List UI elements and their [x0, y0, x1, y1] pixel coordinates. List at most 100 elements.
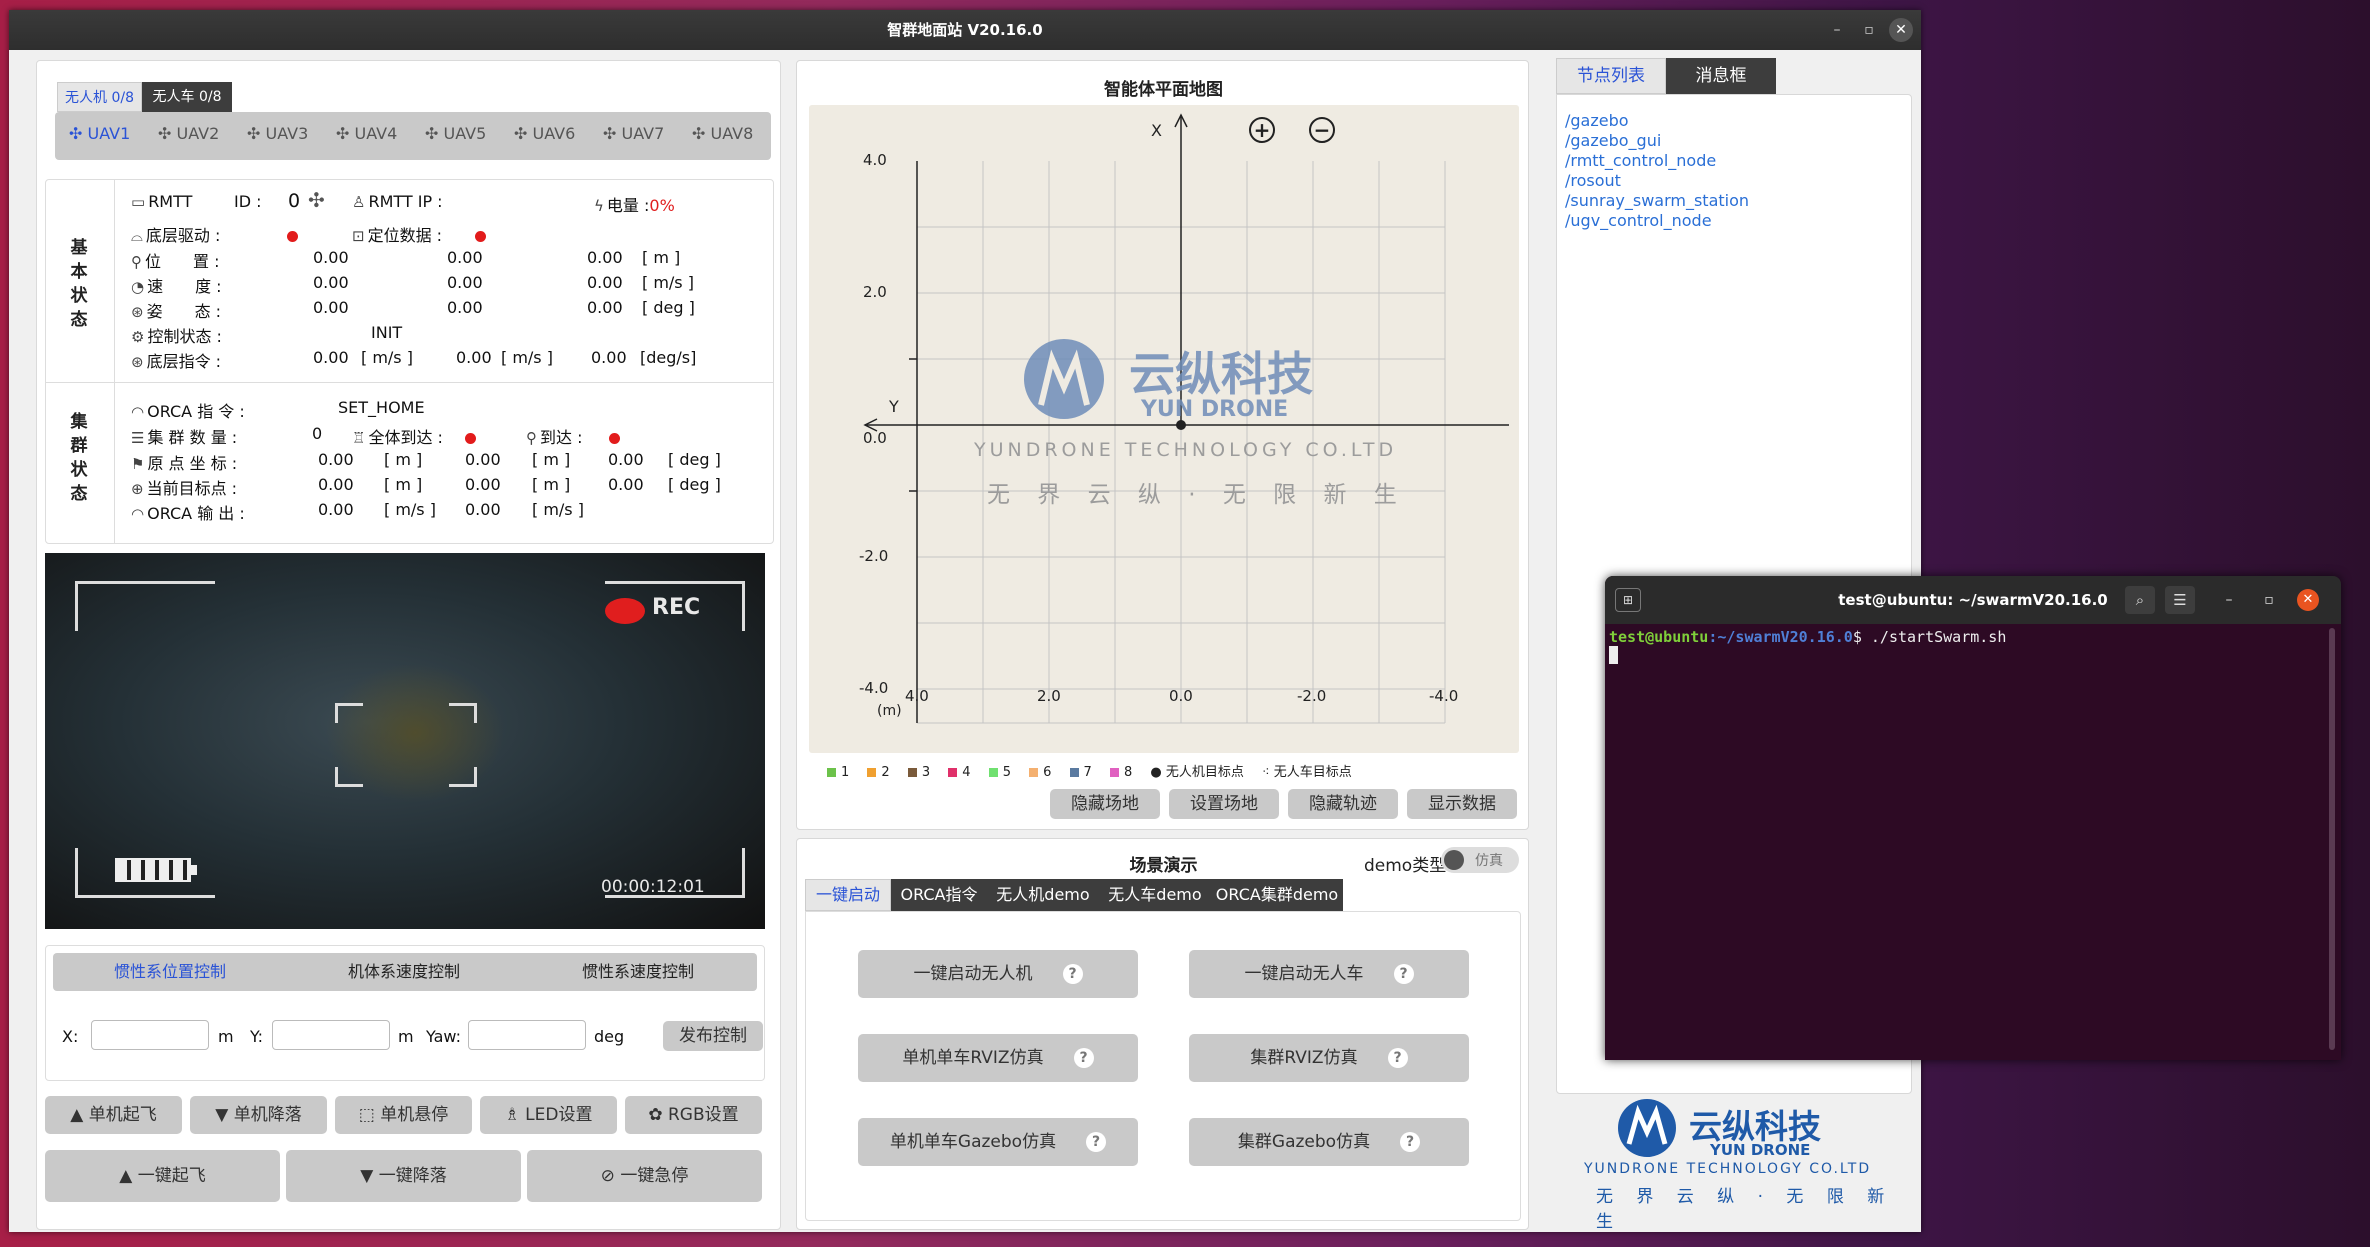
- target-x-unit: [ m ]: [384, 475, 423, 494]
- driver-label: ⌓ 底层驱动 :: [131, 226, 221, 245]
- map-canvas[interactable]: 云纵科技 YUN DRONE YUNDRONE TECHNOLOGY CO.LT…: [809, 105, 1519, 753]
- set-field-button[interactable]: 设置场地: [1169, 789, 1279, 819]
- window-title: 智群地面站 V20.16.0: [887, 21, 1043, 39]
- uav-item-2[interactable]: ✣ UAV2: [158, 124, 219, 143]
- tab-uav[interactable]: 无人机 0/8: [57, 82, 142, 112]
- att-label: ⊛ 姿 态 :: [131, 302, 222, 321]
- rgb-button[interactable]: ✿ RGB设置: [625, 1096, 762, 1134]
- terminal-maximize-button[interactable]: ▫: [2257, 588, 2281, 612]
- help-icon: ?: [1400, 1132, 1421, 1152]
- tab-one-key[interactable]: 一键启动: [805, 879, 891, 911]
- publish-button[interactable]: 发布控制: [663, 1021, 763, 1051]
- vel-label: ◔ 速 度 :: [131, 277, 222, 296]
- origin-y: 0.00: [465, 450, 501, 469]
- single-gazebo-button[interactable]: 单机单车Gazebo仿真?: [858, 1118, 1138, 1166]
- terminal-cursor: [1609, 646, 1618, 664]
- x-tick-neg4: -4.0: [1429, 687, 1459, 705]
- driver-status-dot: [287, 226, 298, 245]
- y-label: Y:: [250, 1027, 264, 1046]
- tab-ugv-demo[interactable]: 无人车demo: [1099, 879, 1211, 911]
- help-icon: ?: [1393, 964, 1414, 984]
- drone-icon: ✣: [308, 188, 325, 212]
- orca-out-vx: 0.00: [318, 500, 354, 519]
- yaw-input[interactable]: [468, 1020, 586, 1050]
- origin-yaw: 0.00: [608, 450, 644, 469]
- scene-panel: 场景演示 demo类型: 仿真 一键启动 ORCA指令 无人机demo 无人车d…: [796, 838, 1529, 1230]
- target-y: 0.00: [465, 475, 501, 494]
- uav-selector: ✣ UAV1 ✣ UAV2 ✣ UAV3 ✣ UAV4 ✣ UAV5 ✣ UAV…: [55, 112, 771, 160]
- rmtt-ip-label: ♙ RMTT IP :: [352, 192, 443, 211]
- y-input[interactable]: [272, 1020, 390, 1050]
- arrive-label: ⚲ 到达 :: [526, 428, 583, 447]
- uav-item-8[interactable]: ✣ UAV8: [692, 124, 753, 143]
- video-feed: REC 00:00:12:01: [45, 553, 765, 929]
- uav-item-6[interactable]: ✣ UAV6: [514, 124, 575, 143]
- legend-item-7: 7: [1069, 765, 1092, 780]
- hide-field-button[interactable]: 隐藏场地: [1050, 789, 1160, 819]
- start-ugv-button[interactable]: 一键启动无人车?: [1189, 950, 1469, 998]
- tab-node-list[interactable]: 节点列表: [1556, 58, 1666, 94]
- node-item[interactable]: /gazebo_gui: [1565, 131, 1749, 151]
- origin-x-unit: [ m ]: [384, 450, 423, 469]
- node-item[interactable]: /sunray_swarm_station: [1565, 191, 1749, 211]
- led-button[interactable]: ♗ LED设置: [480, 1096, 617, 1134]
- start-uav-button[interactable]: 一键启动无人机?: [858, 950, 1138, 998]
- terminal-scrollbar[interactable]: [2329, 628, 2335, 1050]
- zoom-out-button[interactable]: −: [1309, 117, 1335, 143]
- node-item[interactable]: /rosout: [1565, 171, 1749, 191]
- minimize-button[interactable]: –: [1825, 18, 1849, 42]
- swarm-gazebo-button[interactable]: 集群Gazebo仿真?: [1189, 1118, 1469, 1166]
- terminal-window[interactable]: ⊞ test@ubuntu: ~/swarmV20.16.0 ⌕ ☰ – ▫ ✕…: [1605, 576, 2341, 1060]
- uav-item-1[interactable]: ✣ UAV1: [69, 124, 130, 143]
- takeoff-all-button[interactable]: ▲ 一键起飞: [45, 1150, 280, 1202]
- tab-body-vel[interactable]: 机体系速度控制: [287, 953, 521, 991]
- estop-all-button[interactable]: ⊘ 一键急停: [527, 1150, 762, 1202]
- takeoff-button[interactable]: ▲ 单机起飞: [45, 1096, 182, 1134]
- map-grid: [863, 113, 1509, 724]
- tab-inertial-vel[interactable]: 惯性系速度控制: [521, 953, 755, 991]
- uav-item-3[interactable]: ✣ UAV3: [247, 124, 308, 143]
- swarm-num: 0: [312, 424, 323, 443]
- orca-cmd: SET_HOME: [338, 398, 425, 417]
- swarm-rviz-button[interactable]: 集群RVIZ仿真?: [1189, 1034, 1469, 1082]
- node-item[interactable]: /gazebo: [1565, 111, 1749, 131]
- uav-item-7[interactable]: ✣ UAV7: [603, 124, 664, 143]
- uav-item-4[interactable]: ✣ UAV4: [336, 124, 397, 143]
- ctrl-label: ⚙ 控制状态 :: [131, 327, 222, 346]
- hide-trail-button[interactable]: 隐藏轨迹: [1288, 789, 1398, 819]
- battery-label: ϟ 电量 :0%: [594, 196, 675, 215]
- help-icon: ?: [1073, 1048, 1094, 1068]
- demo-type-label: demo类型:: [1364, 856, 1452, 876]
- tab-message-box[interactable]: 消息框: [1666, 58, 1776, 94]
- tab-orca-swarm-demo[interactable]: ORCA集群demo: [1211, 879, 1343, 911]
- search-icon[interactable]: ⌕: [2125, 586, 2155, 614]
- x-input[interactable]: [91, 1020, 209, 1050]
- zoom-in-button[interactable]: +: [1249, 117, 1275, 143]
- tab-uav-demo[interactable]: 无人机demo: [987, 879, 1099, 911]
- terminal-close-button[interactable]: ✕: [2297, 589, 2319, 611]
- land-all-button[interactable]: ▼ 一键降落: [286, 1150, 521, 1202]
- cmd-vy: 0.00: [456, 348, 492, 367]
- tab-orca-cmd[interactable]: ORCA指令: [891, 879, 987, 911]
- demo-type-toggle[interactable]: 仿真: [1441, 847, 1519, 873]
- node-item[interactable]: /ugv_control_node: [1565, 211, 1749, 231]
- node-item[interactable]: /rmtt_control_node: [1565, 151, 1749, 171]
- uav-item-5[interactable]: ✣ UAV5: [425, 124, 486, 143]
- orca-out-label: ◠ ORCA 输 出 :: [131, 504, 245, 523]
- all-arrive-dot: [465, 428, 476, 447]
- rec-indicator-icon: [605, 598, 645, 624]
- maximize-button[interactable]: ▫: [1857, 18, 1881, 42]
- hover-button[interactable]: ⬚ 单机悬停: [335, 1096, 472, 1134]
- close-button[interactable]: ✕: [1889, 18, 1913, 42]
- single-rviz-button[interactable]: 单机单车RVIZ仿真?: [858, 1034, 1138, 1082]
- title-bar: 智群地面站 V20.16.0 – ▫ ✕: [9, 10, 1921, 50]
- land-button[interactable]: ▼ 单机降落: [190, 1096, 327, 1134]
- terminal-minimize-button[interactable]: –: [2217, 588, 2241, 612]
- show-data-button[interactable]: 显示数据: [1407, 789, 1517, 819]
- tab-inertial-pos[interactable]: 惯性系位置控制: [53, 953, 287, 991]
- y-tick-0: 0.0: [863, 429, 887, 447]
- tab-ugv[interactable]: 无人车 0/8: [142, 82, 232, 112]
- legend-item-8: 8: [1109, 765, 1132, 780]
- pos-z: 0.00: [587, 248, 623, 267]
- menu-icon[interactable]: ☰: [2165, 586, 2195, 614]
